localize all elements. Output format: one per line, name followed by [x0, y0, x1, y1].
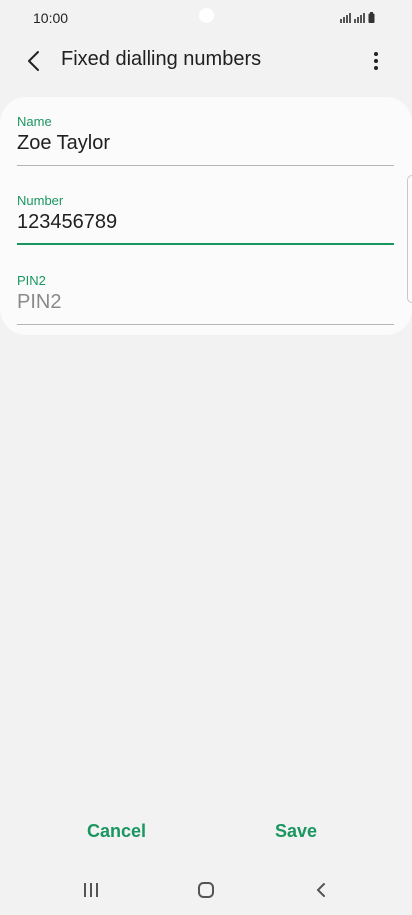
home-icon: [198, 882, 214, 898]
chevron-left-icon: [28, 51, 39, 71]
recents-icon: [84, 883, 98, 897]
status-icons: [340, 12, 375, 23]
pin2-field[interactable]: PIN2 PIN2: [17, 273, 394, 325]
scroll-edge-indicator: [407, 175, 412, 303]
pin2-field-underline: [17, 324, 394, 325]
status-bar: 10:00: [0, 0, 412, 36]
save-button[interactable]: Save: [275, 821, 317, 842]
name-field-underline: [17, 165, 394, 166]
more-vertical-icon: [374, 52, 378, 70]
number-field[interactable]: Number 123456789: [17, 193, 394, 245]
back-button[interactable]: [18, 45, 50, 77]
camera-cutout: [199, 8, 214, 23]
page-title: Fixed dialling numbers: [61, 48, 262, 70]
battery-icon: [368, 12, 375, 23]
name-field[interactable]: Name Zoe Taylor: [17, 114, 394, 166]
app-bar: Fixed dialling numbers: [0, 36, 412, 86]
number-field-underline: [17, 243, 394, 245]
more-options-button[interactable]: [360, 45, 392, 77]
number-input[interactable]: 123456789: [17, 211, 117, 234]
signal-icon: [340, 13, 351, 23]
signal-icon-2: [354, 13, 365, 23]
form-card: Name Zoe Taylor Number 123456789 PIN2 PI…: [0, 97, 412, 335]
number-field-label: Number: [17, 193, 64, 208]
name-input[interactable]: Zoe Taylor: [17, 132, 110, 155]
recents-button[interactable]: [77, 876, 105, 904]
cancel-button[interactable]: Cancel: [87, 821, 146, 842]
name-field-label: Name: [17, 114, 52, 129]
nav-back-button[interactable]: [307, 876, 335, 904]
pin2-input[interactable]: PIN2: [17, 291, 61, 314]
home-button[interactable]: [192, 876, 220, 904]
navigation-bar: [0, 866, 412, 915]
back-icon: [317, 883, 325, 897]
status-time: 10:00: [33, 10, 69, 26]
pin2-field-label: PIN2: [17, 273, 46, 288]
